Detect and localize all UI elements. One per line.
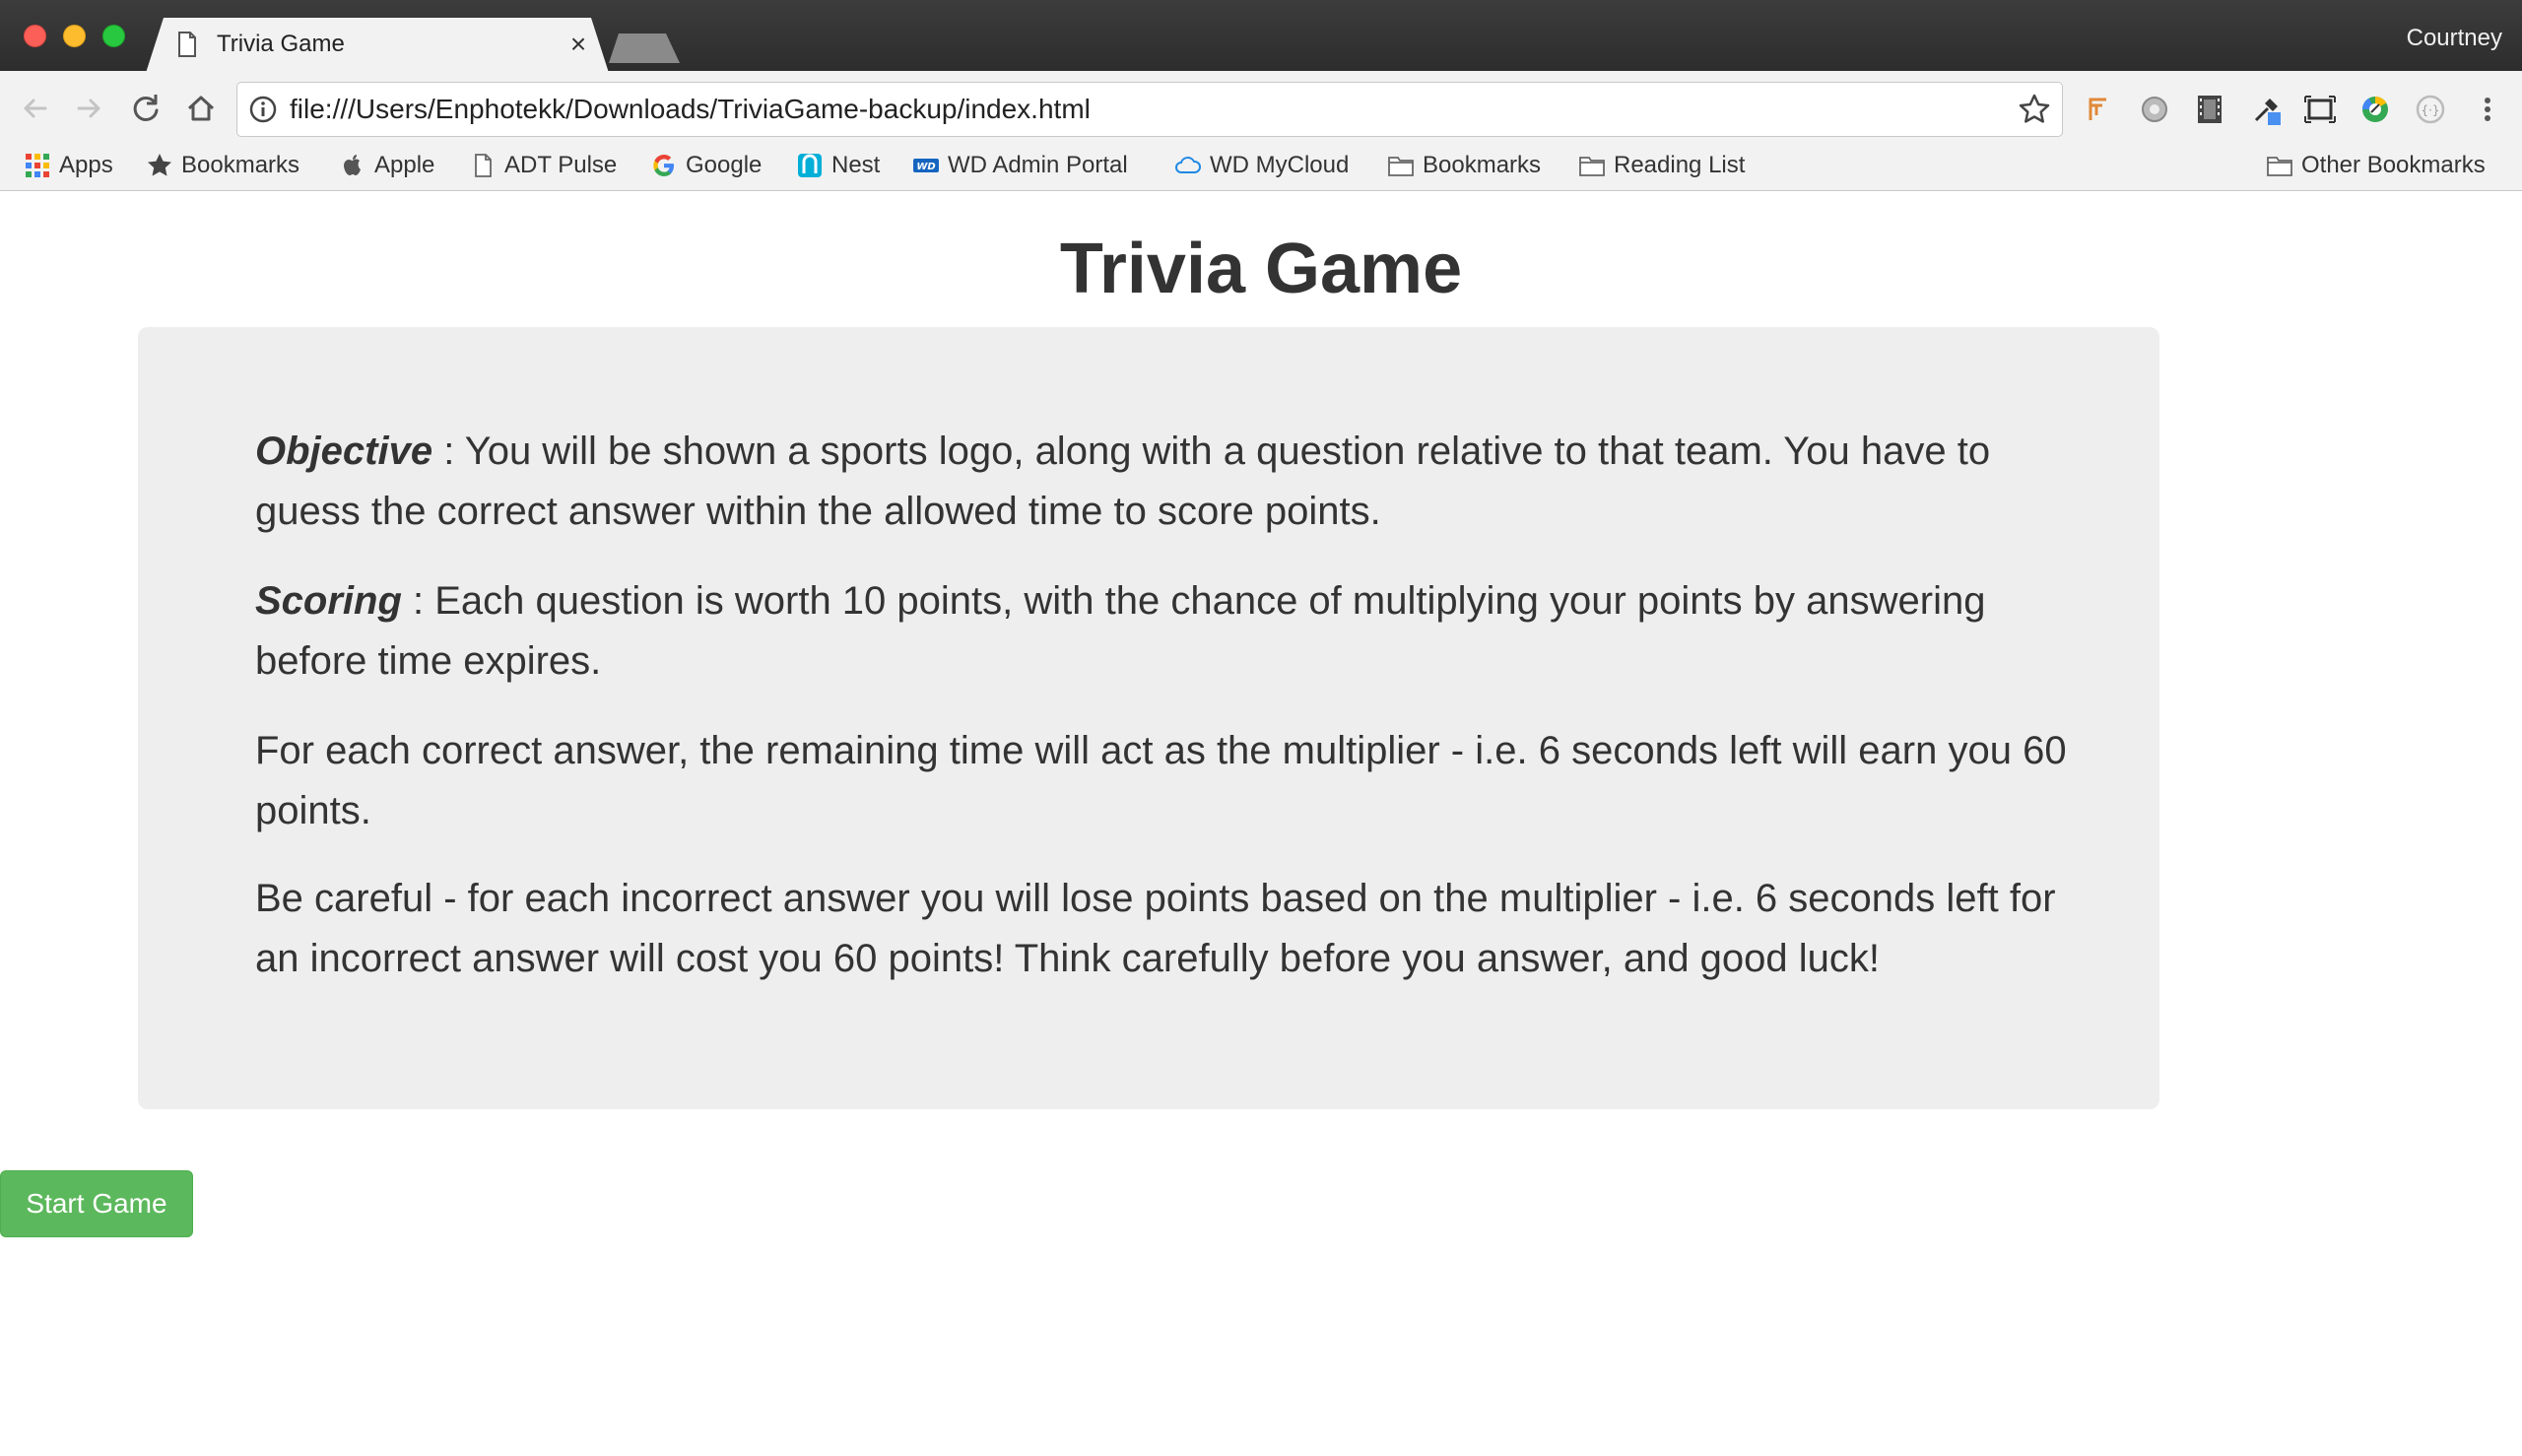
- extension-flag-icon[interactable]: [2081, 91, 2118, 128]
- bookmark-wd-mycloud[interactable]: WD MyCloud: [1174, 146, 1349, 185]
- scoring-paragraph: Scoring : Each question is worth 10 poin…: [255, 571, 2088, 692]
- browser-tab-active[interactable]: [146, 18, 609, 73]
- extension-eyedropper-icon[interactable]: [2248, 91, 2286, 128]
- scoring-text: : Each question is worth 10 points, with…: [255, 579, 1986, 683]
- window-minimize-button[interactable]: [63, 25, 86, 47]
- bookmark-bookmarks[interactable]: Bookmarks: [146, 146, 299, 185]
- extension-screenshot-icon[interactable]: [2301, 91, 2339, 128]
- bookmark-wd-admin-portal[interactable]: WD WD Admin Portal: [912, 146, 1128, 185]
- careful-paragraph: Be careful - for each incorrect answer y…: [255, 877, 2056, 980]
- star-icon: [146, 152, 173, 179]
- bookmark-adt-pulse[interactable]: ADT Pulse: [469, 146, 617, 185]
- bookmark-label: Bookmarks: [1423, 152, 1542, 178]
- scoring-label: Scoring: [255, 579, 402, 623]
- apple-icon: [339, 152, 366, 179]
- page-icon: [469, 152, 497, 179]
- extension-json-icon[interactable]: {·}: [2412, 91, 2449, 128]
- folder-icon: [1578, 152, 1606, 179]
- bookmark-label: Nest: [831, 152, 881, 178]
- bookmark-label: Reading List: [1614, 152, 1746, 178]
- bookmark-google[interactable]: Google: [650, 146, 762, 185]
- forward-icon[interactable]: [69, 89, 108, 128]
- bookmark-label: Apple: [374, 152, 435, 178]
- bookmark-label: WD MyCloud: [1210, 152, 1350, 178]
- svg-text:{·}: {·}: [2421, 103, 2439, 117]
- start-game-button[interactable]: Start Game: [0, 1170, 193, 1237]
- menu-dots-icon[interactable]: [2469, 91, 2506, 128]
- bookmark-apps[interactable]: Apps: [24, 146, 113, 185]
- objective-paragraph: Objective : You will be shown a sports l…: [255, 422, 2088, 542]
- home-icon[interactable]: [181, 89, 221, 128]
- reload-icon[interactable]: [126, 89, 166, 128]
- extension-chromecast-icon[interactable]: [2356, 91, 2394, 128]
- apps-grid-icon: [24, 152, 51, 179]
- folder-icon: [2266, 152, 2293, 179]
- page-icon: [177, 32, 197, 57]
- window-zoom-button[interactable]: [102, 25, 125, 47]
- profile-name[interactable]: Courtney: [2407, 22, 2502, 55]
- tab-close-icon[interactable]: ×: [564, 28, 593, 61]
- nest-icon: [796, 152, 824, 179]
- bookmark-label: Apps: [59, 152, 113, 178]
- extension-film-icon[interactable]: [2191, 91, 2228, 128]
- svg-text:WD: WD: [916, 162, 935, 172]
- bookmark-label: Google: [686, 152, 763, 178]
- back-icon[interactable]: [16, 89, 55, 128]
- bookmark-label: Bookmarks: [181, 152, 300, 178]
- objective-text: : You will be shown a sports logo, along…: [255, 430, 1991, 533]
- extension-gear-icon[interactable]: [2136, 91, 2173, 128]
- bookmark-nest[interactable]: Nest: [796, 146, 880, 185]
- bookmark-reading-list[interactable]: Reading List: [1578, 146, 1745, 185]
- bookmark-label: WD Admin Portal: [948, 152, 1128, 178]
- wd-icon: WD: [912, 152, 940, 179]
- objective-label: Objective: [255, 430, 433, 473]
- window-close-button[interactable]: [24, 25, 46, 47]
- bookmark-apple[interactable]: Apple: [339, 146, 434, 185]
- tab-title: Trivia Game: [217, 31, 345, 57]
- multiplier-paragraph: For each correct answer, the remaining t…: [255, 729, 2067, 832]
- bookmark-label: ADT Pulse: [504, 152, 618, 178]
- bookmark-folder-bookmarks[interactable]: Bookmarks: [1387, 146, 1541, 185]
- info-icon[interactable]: [248, 95, 278, 124]
- url-text[interactable]: file:///Users/Enphotekk/Downloads/Trivia…: [290, 91, 1091, 128]
- bookmark-label: Other Bookmarks: [2301, 152, 2486, 178]
- page-title: Trivia Game: [1059, 230, 1463, 308]
- google-icon: [650, 152, 678, 179]
- bookmark-other-bookmarks[interactable]: Other Bookmarks: [2266, 146, 2486, 185]
- bookmark-star-icon[interactable]: [2018, 93, 2051, 126]
- cloud-icon: [1174, 152, 1202, 179]
- folder-icon: [1387, 152, 1415, 179]
